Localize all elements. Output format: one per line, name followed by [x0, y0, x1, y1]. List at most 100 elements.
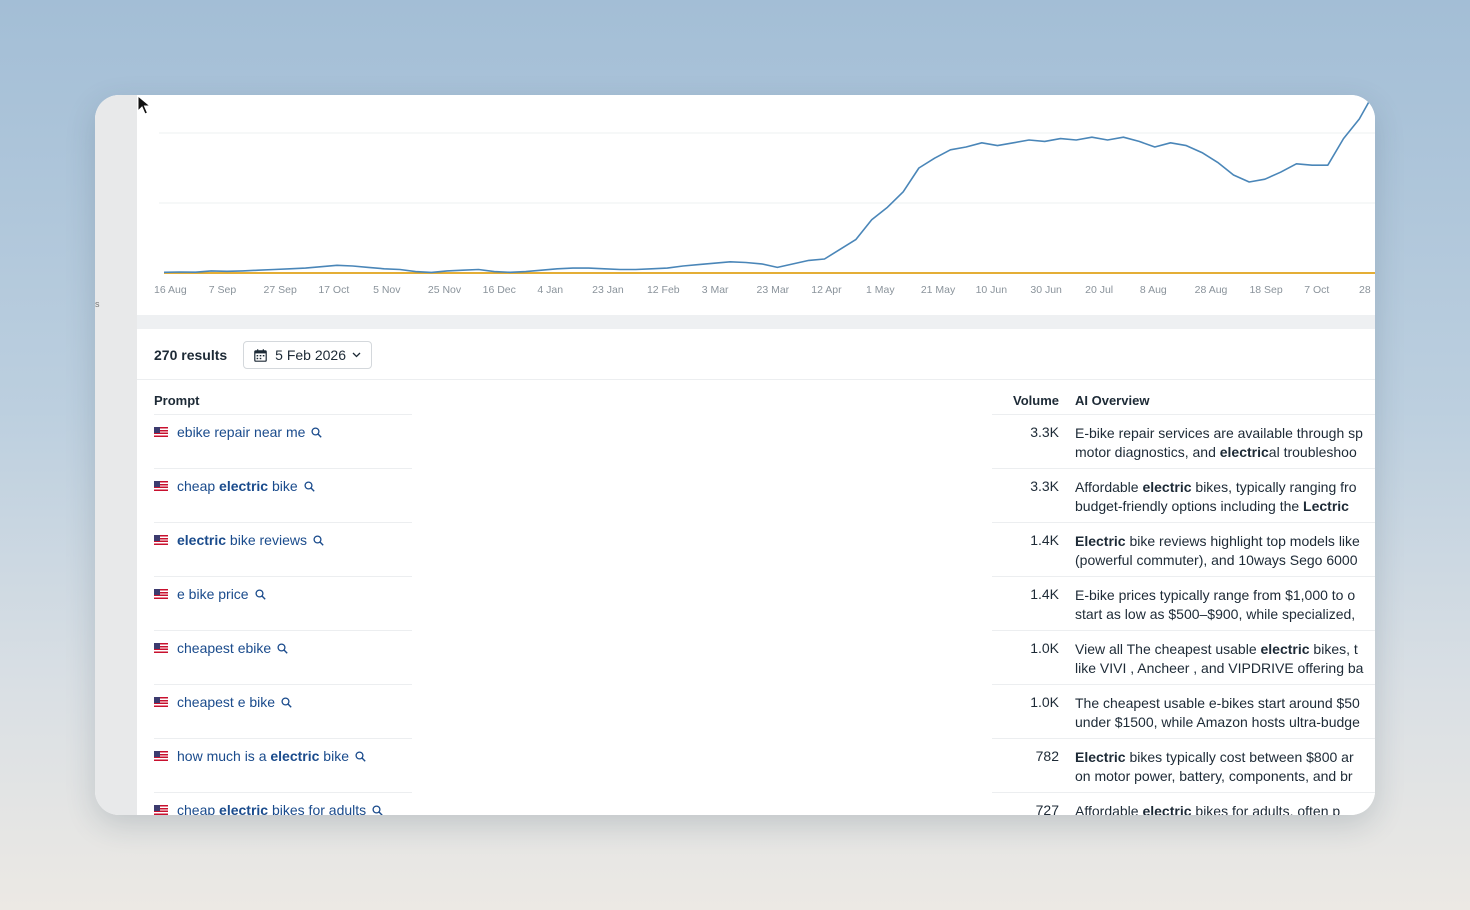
prompt-text-run: how much is a: [177, 748, 271, 764]
search-icon[interactable]: [313, 534, 324, 546]
table-row[interactable]: how much is a electric bike 782 Electric b…: [137, 738, 1375, 792]
column-header-prompt[interactable]: Prompt: [154, 393, 200, 408]
prompt-link[interactable]: how much is a electric bike: [177, 748, 349, 764]
x-tick-label: 18 Sep: [1249, 284, 1282, 296]
ai-overview-cell: Electric bikes typically cost between $8…: [1075, 748, 1375, 785]
ai-overview-line: budget-friendly options including the Le…: [1075, 497, 1375, 516]
ai-overview-line: motor diagnostics, and electrical troubl…: [1075, 443, 1375, 462]
ai-overview-cell: The cheapest usable e-bikes start around…: [1075, 694, 1375, 731]
ai-overview-line: on motor power, battery, components, and…: [1075, 767, 1375, 786]
prompt-text-run: cheap: [177, 478, 220, 494]
row-divider: [992, 684, 1375, 685]
row-divider: [154, 738, 412, 739]
table-row[interactable]: cheap electric bikes for adults 727 Afford…: [137, 792, 1375, 815]
ai-text-run: Affordable: [1075, 803, 1143, 815]
us-flag-icon: [154, 589, 168, 599]
ai-overview-cell: Affordable electric bikes for adults, of…: [1075, 802, 1375, 815]
left-sidebar-edge: s: [95, 95, 137, 815]
prompt-text-run: e bike price: [177, 586, 249, 602]
row-divider: [154, 792, 412, 793]
ai-overview-line: like VIVI , Ancheer , and VIPDRIVE offer…: [1075, 659, 1375, 678]
us-flag-icon: [154, 481, 168, 491]
x-tick-label: 7 Sep: [209, 284, 237, 296]
prompt-link[interactable]: cheapest e bike: [177, 694, 275, 710]
row-divider: [992, 792, 1375, 793]
ai-overview-cell: Affordable electric bikes, typically ran…: [1075, 478, 1375, 515]
app-window: s 16 Aug 7 Sep 27 Sep 17 Oct 5 Nov 25 Nov 16 D…: [95, 95, 1375, 815]
ai-overview-line: Affordable electric bikes for adults, of…: [1075, 802, 1375, 815]
search-icon[interactable]: [255, 588, 266, 600]
search-icon[interactable]: [311, 426, 323, 438]
row-divider: [154, 576, 412, 577]
ai-text-run: like VIVI , Ancheer , and VIPDRIVE offer…: [1075, 659, 1364, 676]
prompt-text-run: cheap: [177, 802, 220, 815]
volume-cell: 1.4K: [1030, 586, 1059, 602]
prompt-text-run: bikes for adults: [268, 802, 367, 815]
ai-text-run: budget-friendly options including the: [1075, 497, 1304, 514]
prompt-link[interactable]: electric bike reviews: [177, 532, 307, 548]
ai-overview-line: start as low as $500–$900, while special…: [1075, 605, 1375, 624]
x-tick-label: 12 Feb: [647, 284, 680, 296]
volume-cell: 1.0K: [1030, 694, 1059, 710]
search-icon[interactable]: [372, 804, 383, 815]
date-picker-label: 5 Feb 2026: [275, 347, 347, 363]
prompt-text-run: electric: [219, 802, 269, 815]
ai-text-run: Lectric: [1303, 497, 1349, 514]
prompt-text-run: bike: [268, 478, 298, 494]
x-tick-label: 23 Jan: [592, 284, 624, 296]
x-tick-label: 5 Nov: [373, 284, 401, 296]
ai-overview-line: Affordable electric bikes, typically ran…: [1075, 478, 1375, 497]
ai-overview-line: E-bike prices typically range from $1,00…: [1075, 586, 1375, 605]
row-divider: [992, 414, 1375, 415]
x-tick-label: 16 Dec: [483, 284, 516, 296]
table-row[interactable]: cheapest ebike 1.0K View all The cheapest …: [137, 630, 1375, 684]
chevron-down-icon: [352, 352, 361, 358]
trend-chart-panel: 16 Aug 7 Sep 27 Sep 17 Oct 5 Nov 25 Nov 16 Dec…: [137, 95, 1375, 315]
row-divider: [154, 684, 412, 685]
table-row[interactable]: ebike repair near me 3.3K E-bike repair se…: [137, 414, 1375, 468]
ai-overview-cell: E-bike repair services are available thr…: [1075, 424, 1375, 461]
table-row[interactable]: cheap electric bike 3.3K Affordable electr…: [137, 468, 1375, 522]
prompt-cell: cheapest ebike: [154, 640, 288, 656]
prompt-link[interactable]: ebike repair near me: [177, 424, 305, 440]
column-header-volume[interactable]: Volume: [1013, 393, 1059, 408]
results-toolbar: 270 results 5 Feb 2026: [154, 341, 373, 369]
ai-overview-line: under $1500, while Amazon hosts ultra-bu…: [1075, 713, 1375, 732]
prompt-cell: cheapest e bike: [154, 694, 292, 710]
x-tick-label: 1 May: [866, 284, 895, 296]
table-row[interactable]: e bike price 1.4K E-bike prices typically …: [137, 576, 1375, 630]
x-tick-label: 28 Aug: [1195, 284, 1228, 296]
prompt-text-run: electric: [177, 532, 227, 548]
us-flag-icon: [154, 427, 168, 437]
prompt-link[interactable]: cheap electric bike: [177, 478, 298, 494]
search-icon[interactable]: [304, 480, 315, 492]
table-row[interactable]: electric bike reviews 1.4K Electric bike r…: [137, 522, 1375, 576]
ai-text-run: electric: [1142, 803, 1192, 815]
ai-text-run: electric: [1219, 443, 1269, 460]
ai-text-run: bikes, typically ranging fro: [1191, 479, 1357, 495]
search-icon[interactable]: [355, 750, 366, 762]
search-icon[interactable]: [277, 642, 288, 654]
search-icon[interactable]: [281, 696, 292, 708]
ai-text-run: (powerful commuter), and 10ways Sego 600…: [1075, 551, 1358, 568]
ai-overview-line: Electric bike reviews highlight top mode…: [1075, 532, 1375, 551]
x-tick-label: 20 Jul: [1085, 284, 1113, 296]
ai-text-run: al troubleshoo: [1268, 443, 1357, 460]
x-tick-label: 3 Mar: [702, 284, 729, 296]
row-divider: [992, 576, 1375, 577]
prompt-cell: e bike price: [154, 586, 266, 602]
us-flag-icon: [154, 751, 168, 761]
ai-text-run: Electric: [1075, 749, 1126, 765]
prompt-link[interactable]: cheapest ebike: [177, 640, 271, 656]
date-picker-button[interactable]: 5 Feb 2026: [243, 341, 373, 369]
ai-text-run: Affordable: [1075, 479, 1143, 495]
volume-cell: 1.4K: [1030, 532, 1059, 548]
prompt-link[interactable]: e bike price: [177, 586, 249, 602]
column-header-ai-overview[interactable]: AI Overview: [1075, 393, 1149, 408]
table-row[interactable]: cheapest e bike 1.0K The cheapest usable e…: [137, 684, 1375, 738]
prompt-link[interactable]: cheap electric bikes for adults: [177, 802, 366, 815]
table-header: Prompt Volume AI Overview: [137, 386, 1375, 414]
series-line-primary: [163, 95, 1374, 274]
row-divider: [154, 630, 412, 631]
prompt-text-run: electric: [219, 478, 269, 494]
